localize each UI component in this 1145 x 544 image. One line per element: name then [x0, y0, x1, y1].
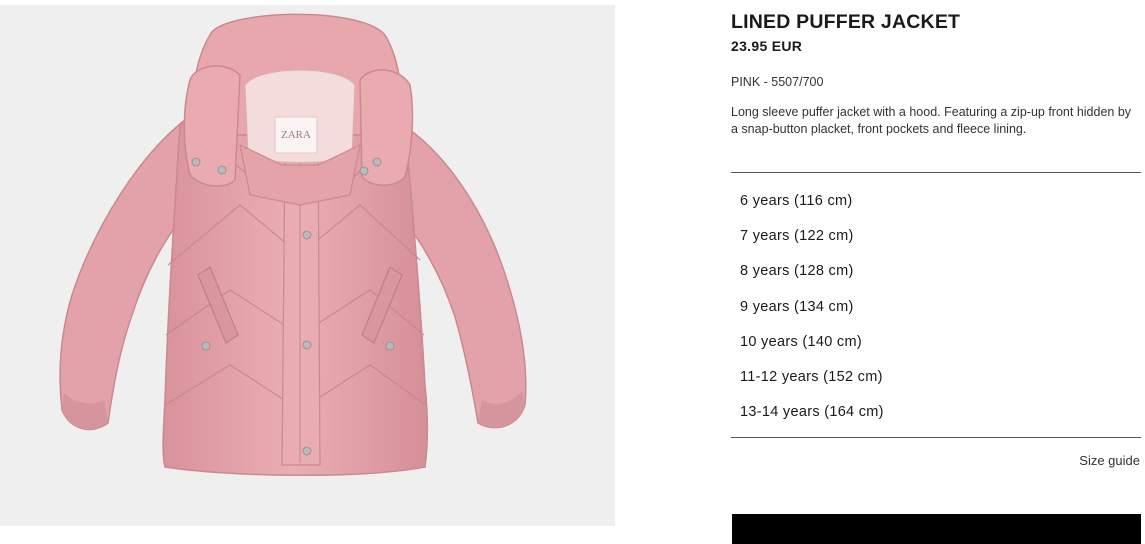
color-reference: PINK - 5507/700	[731, 75, 824, 89]
size-selector: 6 years (116 cm) 7 years (122 cm) 8 year…	[731, 184, 1141, 430]
product-title: LINED PUFFER JACKET	[731, 11, 961, 33]
size-option[interactable]: 6 years (116 cm)	[731, 184, 1141, 219]
product-image[interactable]: ZARA	[0, 5, 615, 526]
divider	[731, 172, 1141, 173]
add-to-cart-button[interactable]	[732, 514, 1141, 544]
size-guide-link[interactable]: Size guide	[1079, 453, 1140, 468]
size-option[interactable]: 7 years (122 cm)	[731, 219, 1141, 254]
product-description: Long sleeve puffer jacket with a hood. F…	[731, 105, 1132, 136]
size-option[interactable]: 10 years (140 cm)	[731, 325, 1141, 360]
size-option[interactable]: 9 years (134 cm)	[731, 290, 1141, 325]
size-option[interactable]: 8 years (128 cm)	[731, 254, 1141, 289]
size-option[interactable]: 13-14 years (164 cm)	[731, 395, 1141, 430]
size-option[interactable]: 11-12 years (152 cm)	[731, 360, 1141, 395]
svg-text:ZARA: ZARA	[281, 129, 311, 141]
product-price: 23.95 EUR	[731, 38, 803, 54]
pink-puffer-jacket-illustration: ZARA	[59, 13, 527, 477]
divider	[731, 437, 1141, 438]
